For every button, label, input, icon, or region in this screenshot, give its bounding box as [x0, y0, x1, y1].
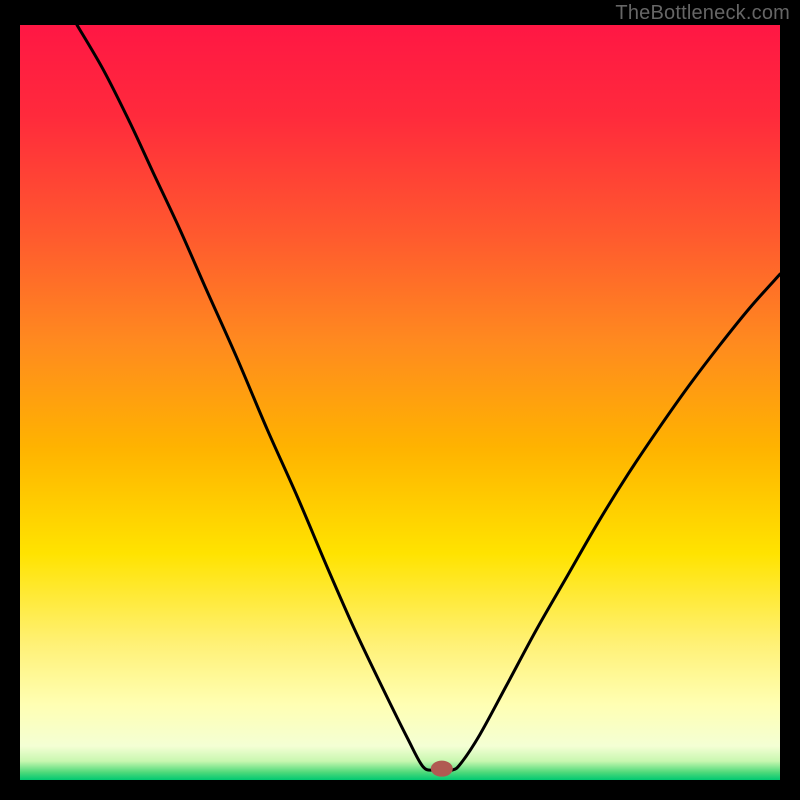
plot-background	[20, 25, 780, 780]
chart-container: { "watermark": "TheBottleneck.com", "plo…	[0, 0, 800, 800]
bottleneck-chart	[0, 0, 800, 800]
watermark-text: TheBottleneck.com	[615, 2, 790, 25]
optimal-point-marker	[431, 761, 453, 777]
